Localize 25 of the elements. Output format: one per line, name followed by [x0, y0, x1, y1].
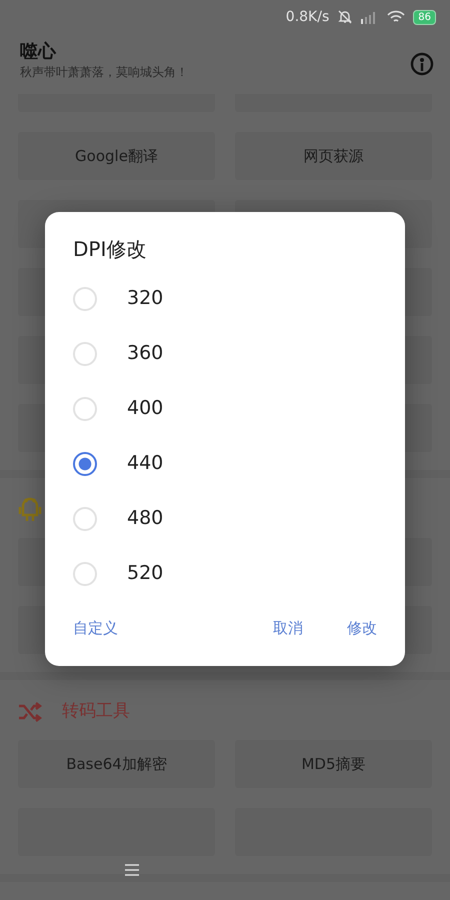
menu-icon[interactable] — [125, 864, 139, 876]
tool-card[interactable]: MD5摘要 — [235, 740, 432, 788]
wifi-icon — [387, 10, 406, 24]
info-icon[interactable] — [410, 52, 434, 76]
option-label[interactable]: 480 — [127, 504, 164, 533]
dialog-button[interactable]: 取消 — [273, 617, 303, 640]
option-label[interactable]: 360 — [127, 339, 164, 368]
tool-card[interactable]: Google翻译 — [18, 132, 215, 180]
option-label[interactable]: 520 — [127, 559, 164, 588]
tool-card[interactable]: Base64加解密 — [18, 740, 215, 788]
dialog-title: DPI修改 — [73, 236, 148, 263]
app-subtitle: 秋声带叶萧萧落，莫响城头角！ — [20, 64, 188, 80]
option-label[interactable]: 400 — [127, 394, 164, 423]
tool-card[interactable]: 网页获源 — [235, 132, 432, 180]
option-label[interactable]: 440 — [127, 449, 164, 478]
dialog-button[interactable]: 修改 — [347, 617, 377, 640]
app-title: 噬心 — [20, 40, 58, 64]
network-speed: 0.8K/s — [286, 8, 330, 26]
battery-indicator: 86 — [413, 10, 436, 24]
android-icon — [18, 497, 42, 523]
dialog-button[interactable]: 自定义 — [73, 617, 118, 640]
option-label[interactable]: 320 — [127, 284, 164, 313]
radio-button[interactable] — [73, 452, 97, 476]
muted-bell-icon — [337, 9, 354, 25]
shuffle-icon — [18, 702, 42, 722]
